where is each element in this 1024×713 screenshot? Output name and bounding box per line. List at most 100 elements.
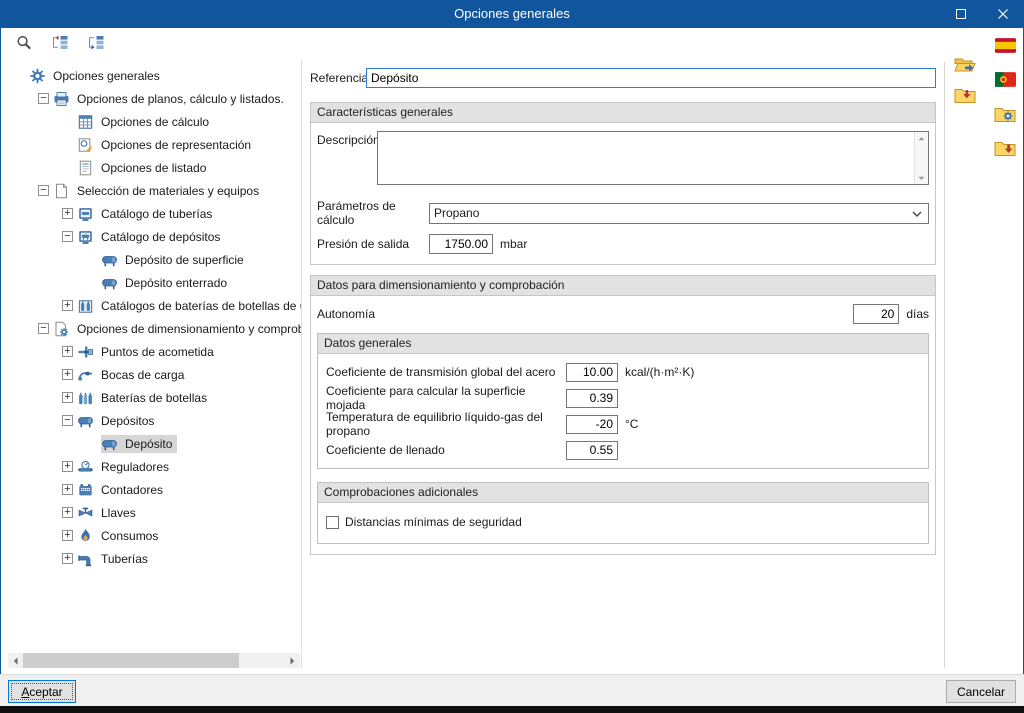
expand-icon[interactable]: +	[62, 484, 73, 495]
tree-item[interactable]: + Reguladores	[8, 455, 301, 478]
datos-generales-header: Datos generales	[318, 334, 928, 354]
tree-item[interactable]: − Depósitos	[8, 409, 301, 432]
options-dialog: Opciones generales Opciones generales − Op…	[0, 0, 1024, 713]
expand-icon[interactable]: +	[62, 346, 73, 357]
spain-flag-button[interactable]	[992, 36, 1018, 58]
tree-item-content: Selección de materiales y equipos	[53, 182, 264, 200]
cat-pipes-icon	[77, 206, 94, 222]
tree-item[interactable]: − Catálogo de depósitos	[8, 225, 301, 248]
spain-flag-icon	[994, 38, 1016, 56]
referencia-label: Referencia	[310, 71, 369, 85]
parameter-row: Temperatura de equilibrio líquido-gas de…	[326, 410, 920, 438]
tree-item-label: Puntos de acometida	[101, 344, 214, 359]
collapse-icon[interactable]: −	[62, 231, 73, 242]
window-bottom-edge	[0, 706, 1024, 713]
tree-item[interactable]: − Opciones de planos, cálculo y listados.	[8, 87, 301, 110]
collapse-icon[interactable]: −	[38, 323, 49, 334]
distancias-checkbox-row[interactable]: Distancias mínimas de seguridad	[326, 515, 920, 529]
scroll-up-arrow[interactable]	[915, 133, 928, 143]
parameter-input[interactable]	[566, 414, 618, 434]
toolbar	[0, 28, 108, 60]
collapse-icon[interactable]: −	[38, 185, 49, 196]
parametros-select-value: Propano	[434, 206, 480, 220]
cancelar-button[interactable]: Cancelar	[945, 680, 1016, 703]
tree-item[interactable]: Depósito	[8, 432, 301, 455]
portugal-flag-button[interactable]	[992, 70, 1018, 92]
parameter-input[interactable]	[566, 388, 618, 408]
presion-input[interactable]	[429, 234, 493, 254]
close-icon	[998, 9, 1008, 19]
tree-item[interactable]: − Opciones de dimensionamiento y comproba…	[8, 317, 301, 340]
expand-icon[interactable]: +	[62, 369, 73, 380]
descripcion-textarea[interactable]	[377, 131, 929, 188]
tree-item-label: Contadores	[101, 482, 164, 497]
tree-item[interactable]: Depósito de superficie	[8, 248, 301, 271]
expand-icon[interactable]: +	[62, 553, 73, 564]
import-options-button[interactable]	[952, 54, 978, 76]
tree-item[interactable]: + Consumos	[8, 524, 301, 547]
scroll-left-arrow[interactable]	[8, 653, 23, 668]
parametros-select[interactable]: Propano	[429, 202, 929, 224]
tree-item-label: Opciones de representación	[101, 137, 252, 152]
close-button[interactable]	[982, 0, 1024, 28]
tree-item[interactable]: + Tuberías	[8, 547, 301, 570]
tree-item[interactable]: Opciones generales	[8, 64, 301, 87]
presion-unit: mbar	[500, 237, 528, 251]
expand-icon[interactable]: +	[62, 208, 73, 219]
parameter-input[interactable]	[566, 440, 618, 460]
search-button[interactable]	[12, 32, 36, 56]
tree-item-content: Catálogos de baterías de botellas de GLP	[77, 297, 301, 315]
distancias-checkbox[interactable]	[326, 515, 339, 529]
bottles-icon	[77, 298, 94, 314]
datos-generales-rows: Coeficiente de transmisión global del ac…	[318, 354, 928, 468]
collapse-branch-button[interactable]	[48, 32, 72, 56]
expand-icon[interactable]: +	[62, 300, 73, 311]
tree-item[interactable]: Depósito enterrado	[8, 271, 301, 294]
tree-item[interactable]: + Catálogo de tuberías	[8, 202, 301, 225]
scroll-right-arrow[interactable]	[285, 653, 300, 668]
parameter-input[interactable]	[566, 362, 618, 382]
scrollbar-thumb[interactable]	[23, 653, 239, 668]
descripcion-textarea-input[interactable]	[378, 132, 919, 188]
tree-item[interactable]: + Llaves	[8, 501, 301, 524]
referencia-input[interactable]	[366, 68, 936, 88]
expand-icon[interactable]: +	[62, 461, 73, 472]
config-folder-button[interactable]	[992, 104, 1018, 126]
tree-item[interactable]: Opciones de cálculo	[8, 110, 301, 133]
tree-item-content: Depósitos	[77, 412, 159, 430]
textarea-scrollbar[interactable]	[914, 132, 928, 184]
collapse-all-button[interactable]	[84, 32, 108, 56]
tree-item[interactable]: − Selección de materiales y equipos	[8, 179, 301, 202]
far-right-toolbar	[992, 36, 1018, 160]
tree-item[interactable]: + Catálogos de baterías de botellas de GL…	[8, 294, 301, 317]
tree-item[interactable]: + Contadores	[8, 478, 301, 501]
collapse-icon[interactable]: −	[62, 415, 73, 426]
tree-item[interactable]: + Baterías de botellas	[8, 386, 301, 409]
tree-horizontal-scrollbar[interactable]	[8, 653, 300, 668]
export-options-button[interactable]	[952, 85, 978, 107]
tree-item-content: Puntos de acometida	[77, 343, 219, 361]
maximize-button[interactable]	[940, 0, 982, 28]
scrollbar-track[interactable]	[239, 653, 285, 668]
tree-item[interactable]: + Puntos de acometida	[8, 340, 301, 363]
tree-item-label: Catálogos de baterías de botellas de GLP	[101, 298, 301, 313]
install-options-button[interactable]	[992, 138, 1018, 160]
autonomia-input[interactable]	[853, 304, 900, 324]
tree-item[interactable]: Opciones de listado	[8, 156, 301, 179]
expand-icon[interactable]: +	[62, 392, 73, 403]
portugal-flag-icon	[994, 72, 1016, 90]
tree-collapse-icon	[51, 34, 69, 54]
aceptar-button[interactable]: Aceptar	[8, 680, 76, 703]
caracteristicas-header: Características generales	[311, 103, 935, 123]
tree-item[interactable]: Opciones de representación	[8, 133, 301, 156]
tree-item-label: Reguladores	[101, 459, 170, 474]
expand-icon[interactable]: +	[62, 507, 73, 518]
collapse-icon[interactable]: −	[38, 93, 49, 104]
titlebar: Opciones generales	[0, 0, 1024, 28]
scroll-down-arrow[interactable]	[915, 173, 928, 183]
tree-item[interactable]: + Bocas de carga	[8, 363, 301, 386]
expand-icon[interactable]: +	[62, 530, 73, 541]
tree-item-label: Opciones generales	[53, 68, 160, 83]
